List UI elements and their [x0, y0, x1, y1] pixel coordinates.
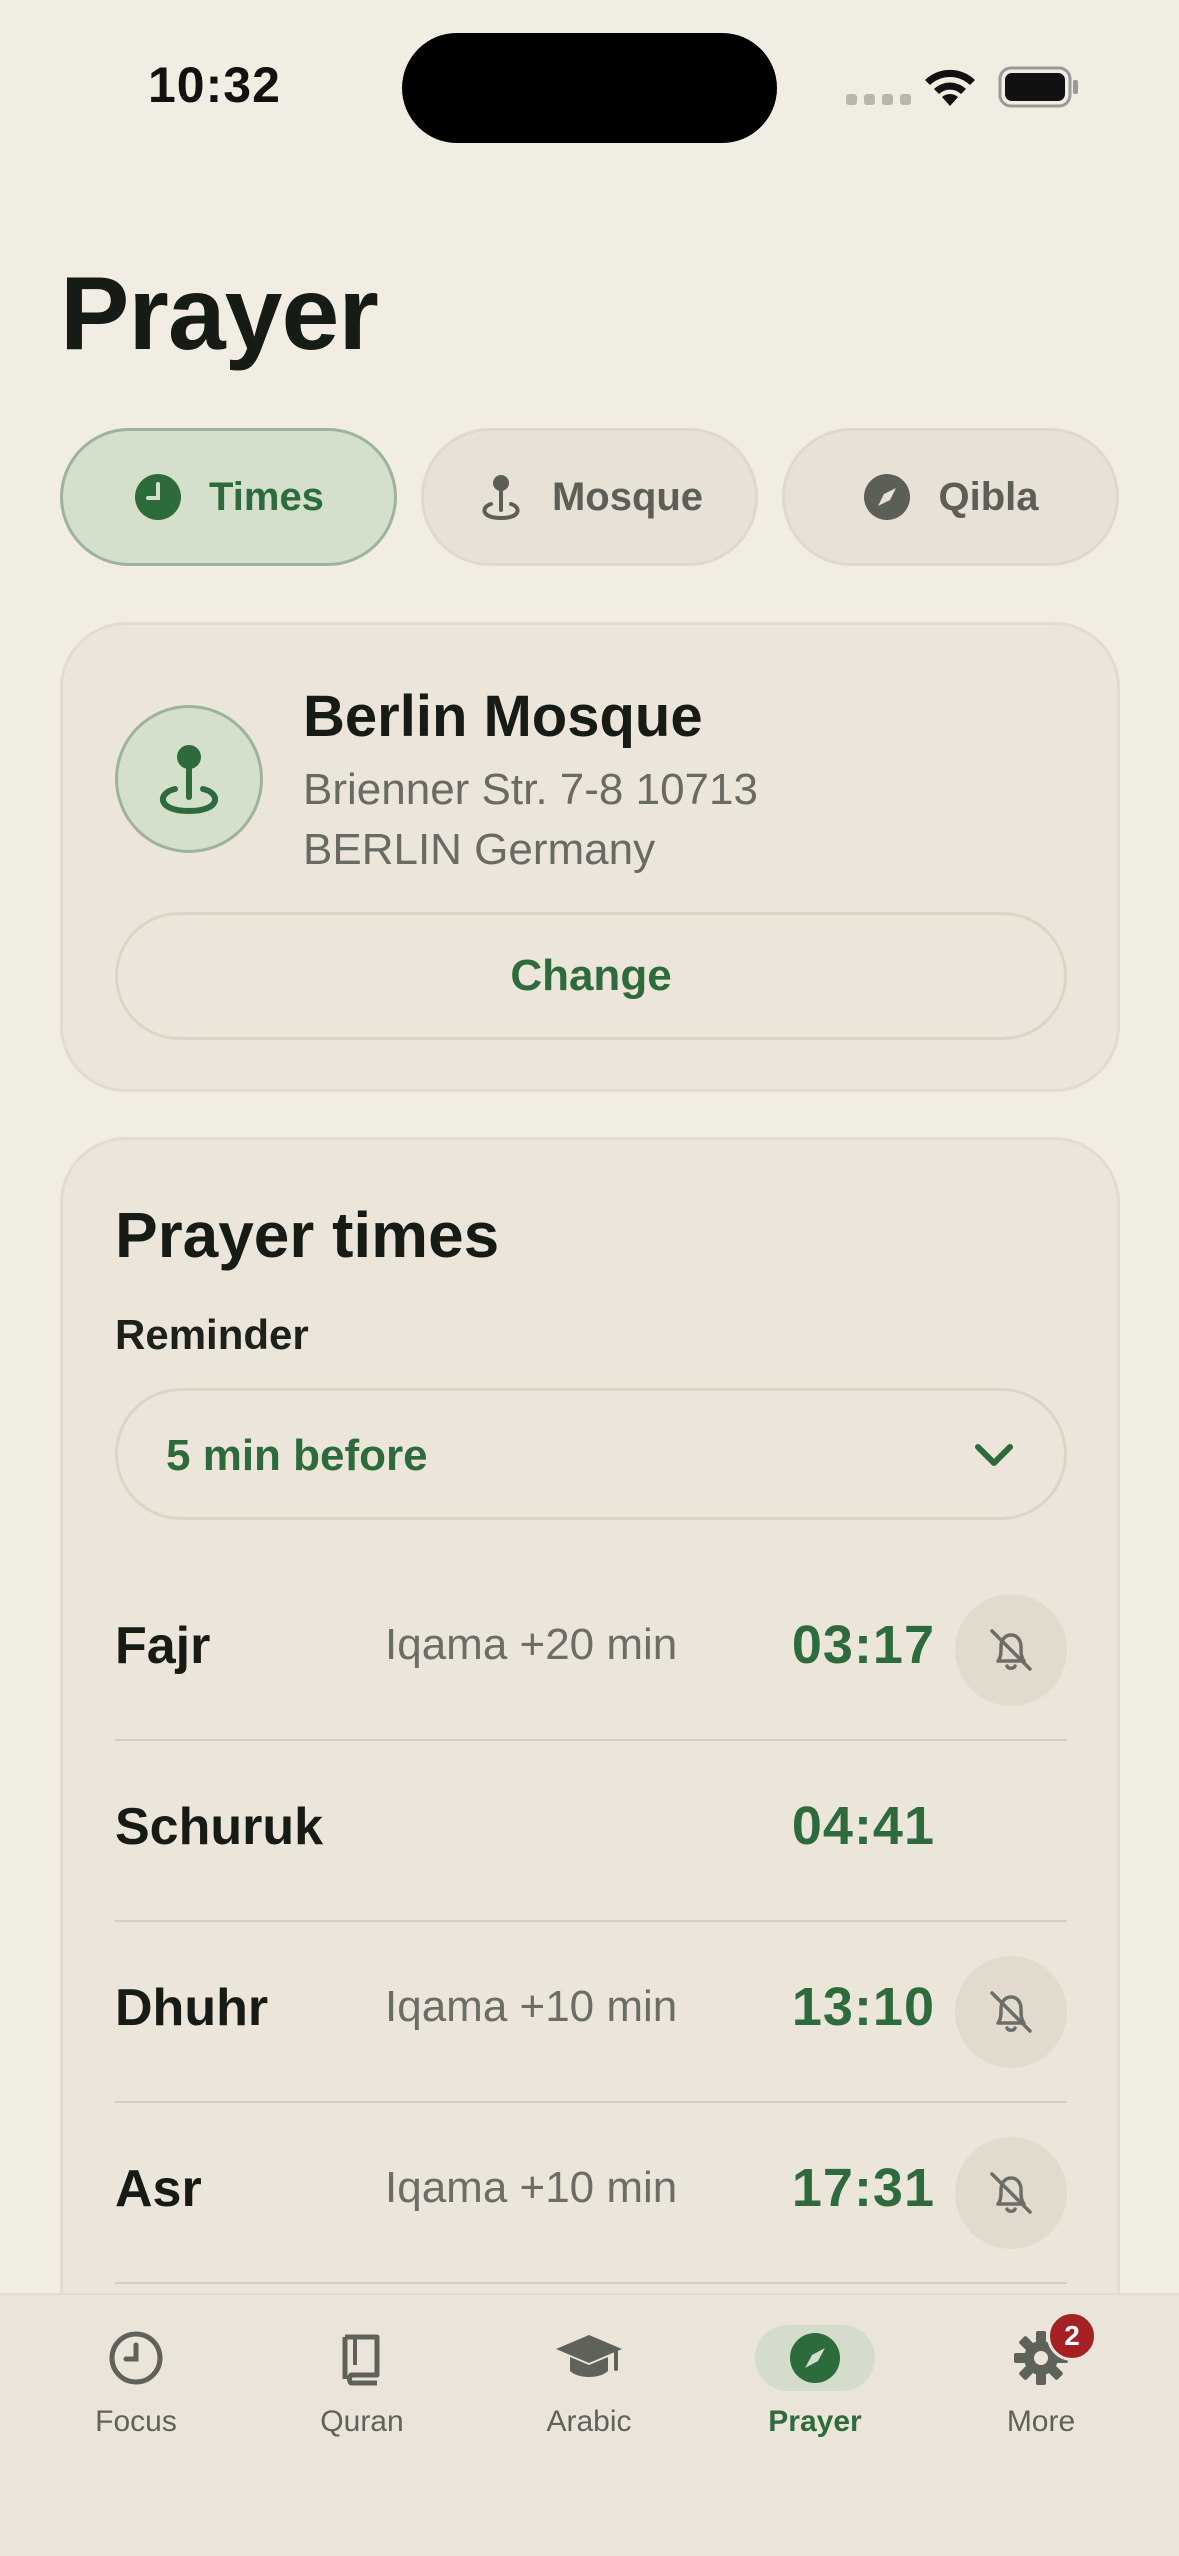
tab-mosque-label: Mosque — [551, 474, 704, 519]
notification-toggle-button[interactable] — [955, 1956, 1067, 2068]
tab-qibla[interactable]: Qibla — [782, 428, 1119, 566]
prayer-row-schuruk: Schuruk 04:41 — [115, 1741, 1067, 1922]
clock-icon — [135, 474, 182, 520]
tab-times[interactable]: Times — [60, 428, 397, 566]
bottom-tab-bar: Focus Quran Arabic Prayer 2 More — [0, 2293, 1179, 2556]
nav-item-quran[interactable]: Quran — [262, 2325, 462, 2465]
book-icon — [342, 2334, 380, 2386]
prayer-row-asr: Asr Iqama +10 min 17:31 — [115, 2103, 1067, 2284]
status-time: 10:32 — [148, 57, 281, 113]
reminder-select[interactable]: 5 min before — [115, 1388, 1067, 1520]
prayer-row-fajr: Fajr Iqama +20 min 03:17 — [115, 1560, 1067, 1741]
prayer-row-dhuhr: Dhuhr Iqama +10 min 13:10 — [115, 1922, 1067, 2103]
nav-item-prayer[interactable]: Prayer — [715, 2325, 915, 2465]
notification-toggle-button[interactable] — [955, 1594, 1067, 1706]
clock-icon — [109, 2331, 163, 2385]
nav-label: Prayer — [768, 2405, 862, 2438]
chevron-down-icon — [975, 1444, 1013, 1466]
status-bar: 10:32 — [0, 0, 1179, 150]
reminder-label: Reminder — [115, 1311, 309, 1358]
segment-tabs: Times Mosque Qibla — [60, 428, 1120, 566]
mosque-address-line2: BERLIN Germany — [303, 825, 656, 874]
mosque-card: Berlin Mosque Brienner Str. 7-8 10713 BE… — [60, 622, 1120, 1092]
cellular-signal-icon — [846, 94, 911, 105]
dynamic-island — [402, 33, 777, 143]
prayer-time: 13:10 — [791, 1977, 935, 2037]
nav-label: Quran — [320, 2405, 404, 2438]
nav-label: Arabic — [546, 2405, 632, 2438]
tab-mosque[interactable]: Mosque — [421, 428, 758, 566]
compass-icon — [790, 2333, 840, 2383]
battery-icon — [998, 66, 1078, 108]
location-pin-icon — [482, 475, 520, 521]
change-mosque-button[interactable]: Change — [115, 912, 1067, 1040]
prayer-name: Fajr — [115, 1617, 211, 1675]
nav-label: More — [1006, 2405, 1076, 2438]
compass-icon — [864, 474, 911, 520]
reminder-value: 5 min before — [166, 1431, 428, 1480]
page-title: Prayer — [60, 256, 379, 372]
wifi-icon — [925, 69, 975, 106]
nav-item-more[interactable]: 2 More — [941, 2311, 1141, 2465]
mosque-address-line1: Brienner Str. 7-8 10713 — [303, 765, 758, 814]
notification-toggle-button[interactable] — [955, 2137, 1067, 2249]
iqama-offset: Iqama +10 min — [385, 1982, 678, 2031]
iqama-offset: Iqama +20 min — [385, 1620, 678, 1669]
prayer-name: Dhuhr — [115, 1979, 269, 2037]
notification-badge: 2 — [1047, 2311, 1097, 2361]
bell-off-icon — [990, 1991, 1032, 2033]
graduation-cap-icon — [556, 2335, 622, 2377]
prayer-time: 03:17 — [791, 1615, 935, 1675]
bell-off-icon — [990, 2172, 1032, 2214]
nav-item-arabic[interactable]: Arabic — [489, 2325, 689, 2465]
prayer-times-title: Prayer times — [115, 1199, 500, 1271]
prayer-name: Asr — [115, 2160, 202, 2218]
mosque-avatar — [115, 705, 263, 853]
tab-times-label: Times — [209, 474, 324, 519]
bell-off-icon — [990, 1629, 1032, 1671]
nav-item-focus[interactable]: Focus — [36, 2325, 236, 2465]
iqama-offset: Iqama +10 min — [385, 2163, 678, 2212]
prayer-time: 17:31 — [791, 2158, 935, 2218]
nav-label: Focus — [95, 2405, 177, 2438]
location-pin-icon — [159, 745, 219, 815]
prayer-time: 04:41 — [791, 1796, 935, 1856]
prayer-name: Schuruk — [115, 1798, 324, 1856]
tab-qibla-label: Qibla — [938, 474, 1039, 519]
mosque-name: Berlin Mosque — [303, 684, 703, 749]
